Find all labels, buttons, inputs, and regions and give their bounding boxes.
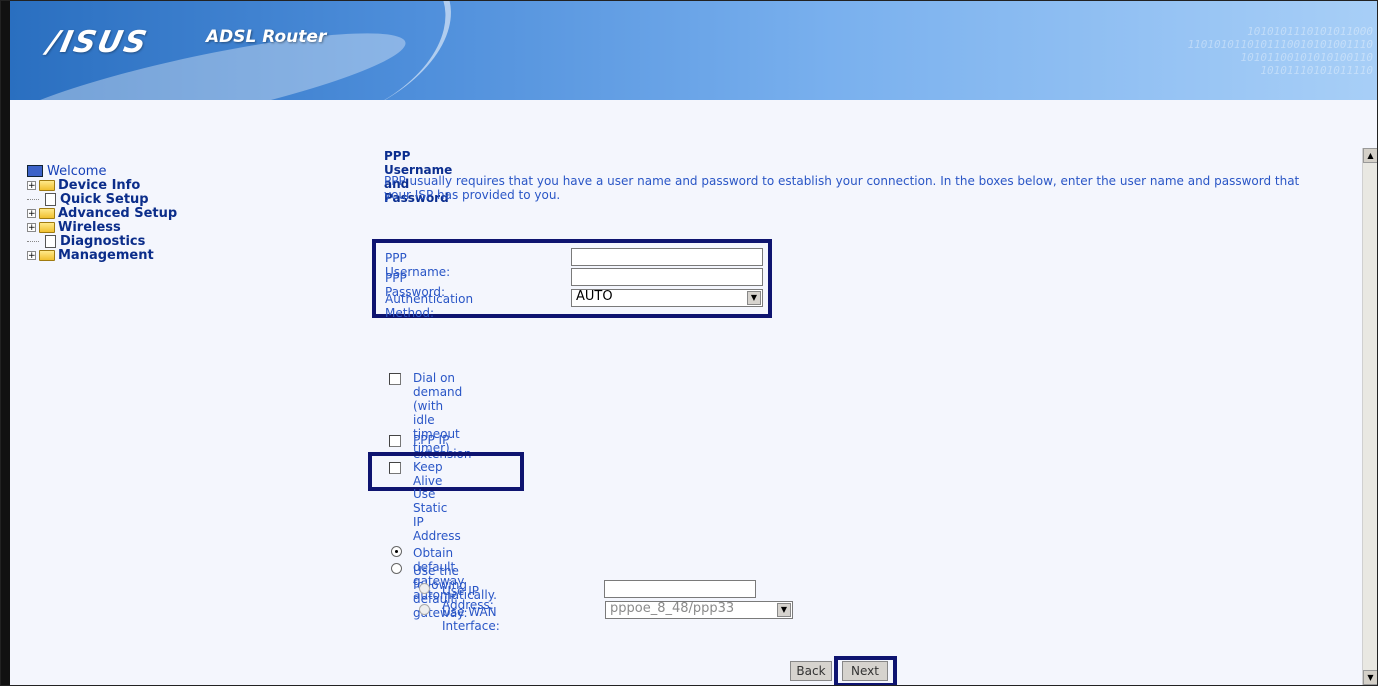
asus-logo: /ISUS — [44, 25, 152, 60]
keep-alive-label: Keep Alive — [413, 460, 443, 488]
banner-swoosh-arc — [170, 1, 476, 100]
computer-icon — [27, 165, 43, 177]
product-name: ADSL Router — [206, 27, 327, 47]
tree-line — [27, 240, 39, 242]
nav-item-quick-setup[interactable]: Quick Setup — [27, 192, 177, 207]
gateway-auto-radio[interactable] — [391, 546, 402, 557]
ppp-username-input[interactable] — [571, 248, 763, 266]
expand-icon[interactable]: + — [27, 222, 36, 232]
use-wan-label: Use WAN Interface: — [442, 605, 500, 633]
vertical-scrollbar[interactable]: ▲ ▼ — [1362, 148, 1377, 685]
nav-item-diagnostics[interactable]: Diagnostics — [27, 234, 177, 249]
browser-frame: /ISUS ADSL Router 1010101110101011000 11… — [0, 0, 1378, 686]
wan-interface-value: pppoe_8_48/ppp33 — [610, 601, 735, 616]
nav-item-advanced-setup[interactable]: + Advanced Setup — [27, 206, 177, 221]
window-left-border — [1, 1, 10, 685]
folder-icon — [39, 249, 55, 261]
ppp-password-input[interactable] — [571, 268, 763, 286]
expand-icon[interactable]: + — [27, 250, 36, 260]
dropdown-arrow-icon[interactable]: ▼ — [777, 603, 791, 617]
dropdown-arrow-icon[interactable]: ▼ — [747, 291, 761, 305]
nav-item-management[interactable]: + Management — [27, 248, 177, 263]
scroll-down-arrow-icon[interactable]: ▼ — [1363, 670, 1377, 685]
ppp-ip-extension-checkbox[interactable] — [389, 435, 401, 447]
expand-icon[interactable]: + — [27, 208, 36, 218]
binary-decoration: 1010101110101011000 11010101101011100101… — [1187, 25, 1373, 77]
use-ip-radio[interactable] — [419, 583, 430, 594]
sidebar-nav-tree: Welcome + Device Info Quick Setup + Adva… — [27, 164, 177, 263]
wan-interface-select[interactable]: pppoe_8_48/ppp33 ▼ — [605, 601, 793, 619]
page-icon — [45, 234, 56, 248]
page-icon — [45, 192, 56, 206]
nav-welcome[interactable]: Welcome — [27, 164, 177, 179]
auth-method-select[interactable]: AUTO ▼ — [571, 289, 763, 307]
next-button[interactable]: Next — [842, 661, 888, 681]
keep-alive-checkbox[interactable] — [389, 462, 401, 474]
page-description: PPP usually requires that you have a use… — [384, 174, 1300, 202]
tree-line — [27, 198, 39, 200]
gateway-manual-radio[interactable] — [391, 563, 402, 574]
gateway-ip-input[interactable] — [604, 580, 756, 598]
nav-item-device-info[interactable]: + Device Info — [27, 178, 177, 193]
expand-icon[interactable]: + — [27, 180, 36, 190]
scroll-up-arrow-icon[interactable]: ▲ — [1363, 148, 1377, 163]
use-wan-radio[interactable] — [419, 604, 430, 615]
header-banner: /ISUS ADSL Router 1010101110101011000 11… — [10, 1, 1377, 100]
nav-item-wireless[interactable]: + Wireless — [27, 220, 177, 235]
auth-method-label: Authentication Method: — [385, 292, 474, 320]
auth-method-value: AUTO — [576, 289, 613, 304]
folder-icon — [39, 179, 55, 191]
folder-icon — [39, 221, 55, 233]
dial-on-demand-checkbox[interactable] — [389, 373, 401, 385]
back-button[interactable]: Back — [790, 661, 832, 681]
use-static-ip-label: Use Static IP Address — [413, 487, 461, 543]
folder-icon — [39, 207, 55, 219]
